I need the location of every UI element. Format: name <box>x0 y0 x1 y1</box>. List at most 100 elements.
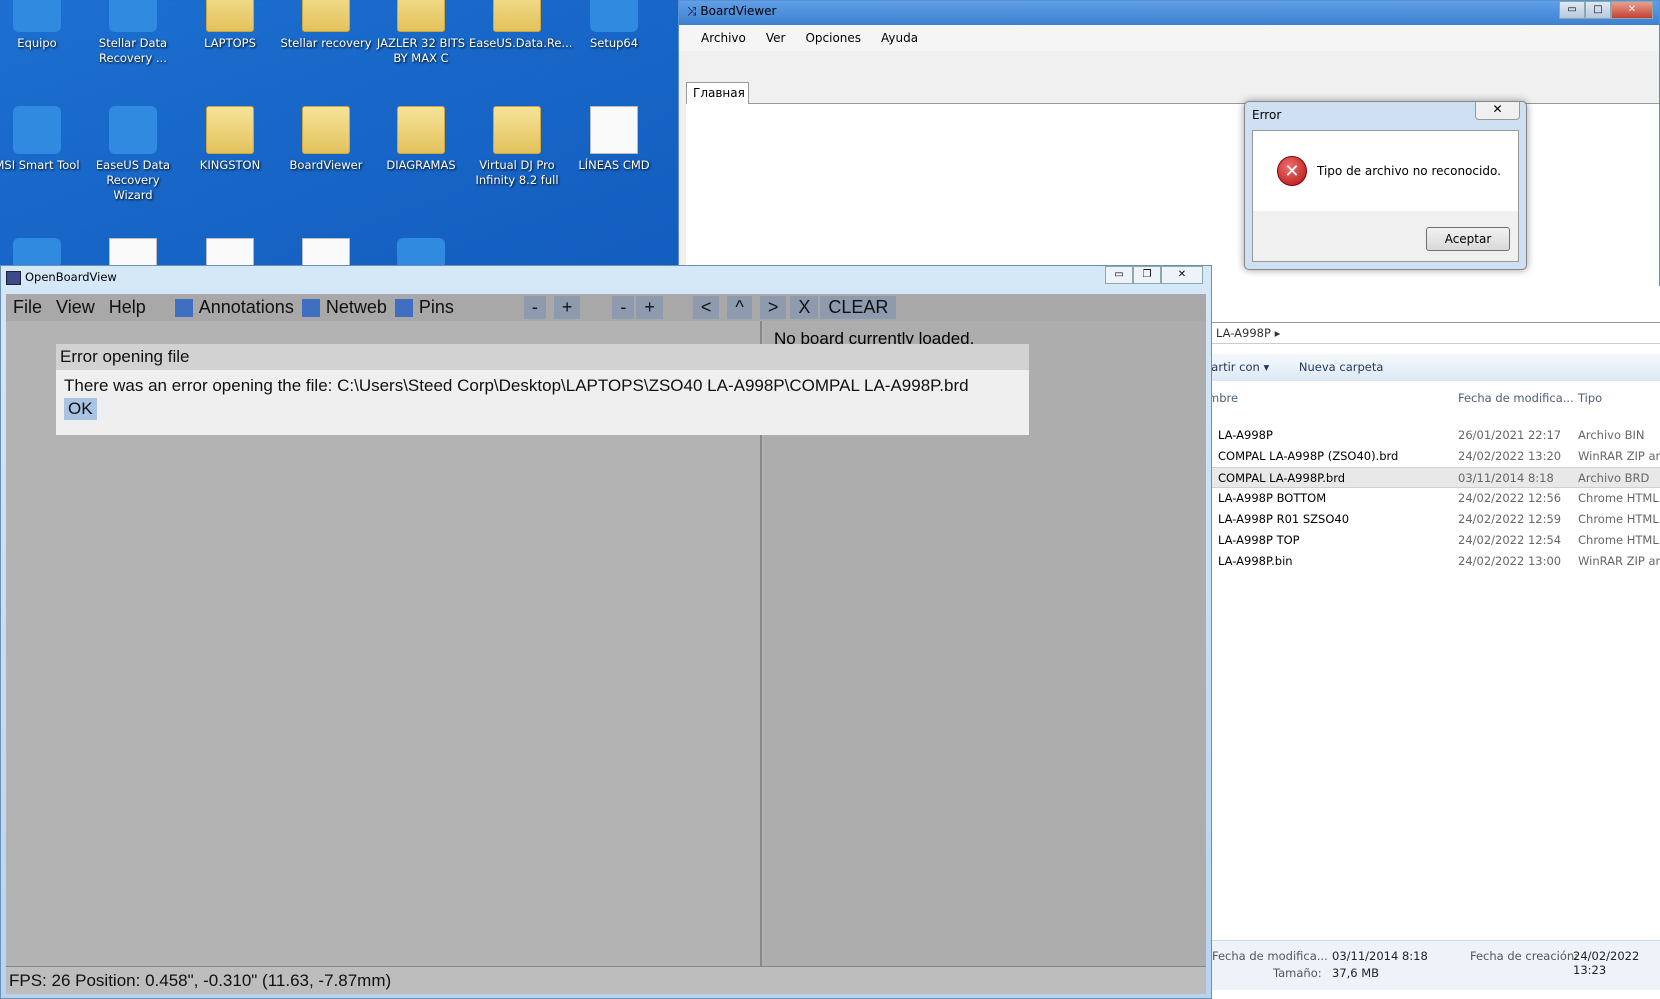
menu-ver[interactable]: Ver <box>766 31 786 45</box>
dialog-title: Error <box>1252 108 1282 122</box>
prev-button[interactable]: < <box>692 296 720 319</box>
file-row[interactable]: LA-A998P.bin 24/02/2022 13:00 WinRAR ZIP a… <box>1208 551 1660 572</box>
accept-button[interactable]: Aceptar <box>1426 227 1510 251</box>
menu-ayuda[interactable]: Ayuda <box>881 31 918 45</box>
obv-client: File View Help Annotations Netweb Pins -… <box>6 294 1206 994</box>
folder-icon <box>397 106 445 154</box>
desktop-icon-label: Setup64 <box>589 36 639 50</box>
details-pane: Fecha de modifica... 03/11/2014 8:18 Fec… <box>1208 940 1660 990</box>
netweb-label: Netweb <box>325 297 387 317</box>
desktop-icon[interactable]: JAZLER 32 BITS BY MAX C <box>373 0 469 66</box>
window-title: OpenBoardView <box>25 270 117 284</box>
rotate-minus-button[interactable]: - <box>612 296 635 319</box>
zoom-in-button[interactable]: + <box>553 296 581 319</box>
close-button[interactable]: ✕ <box>1475 102 1520 120</box>
close-button[interactable]: ✕ <box>1161 266 1203 284</box>
folder-icon <box>493 106 541 154</box>
file-row[interactable]: LA-A998P BOTTOM 24/02/2022 12:56 Chrome HT… <box>1208 488 1660 509</box>
new-folder-button[interactable]: Nueva carpeta <box>1299 360 1384 374</box>
modal-title: Error opening file <box>56 344 1029 370</box>
menu-view[interactable]: View <box>49 297 102 318</box>
openboardview-window: OpenBoardView ▭ ❐ ✕ File View Help Annotat… <box>0 265 1212 999</box>
minimize-button[interactable]: ▭ <box>1105 266 1133 284</box>
desktop-icon[interactable]: LAPTOPS <box>182 0 278 51</box>
file-row[interactable]: COMPAL LA-A998P (ZSO40).brd 24/02/2022 13… <box>1208 446 1660 467</box>
desktop-icon[interactable]: Virtual DJ Pro Infinity 8.2 full <box>469 106 565 188</box>
size-label: Tamaño: <box>1273 966 1322 980</box>
doc-icon <box>590 106 638 154</box>
netweb-checkbox[interactable] <box>301 298 320 317</box>
folder-icon <box>493 0 541 32</box>
desktop-icon[interactable]: Equipo <box>0 0 85 51</box>
file-row[interactable]: LA-A998P TOP 24/02/2022 12:54 Chrome HTML <box>1208 530 1660 551</box>
menu-opciones[interactable]: Opciones <box>805 31 861 45</box>
minimize-button[interactable]: ▭ <box>1559 1 1585 19</box>
file-row[interactable]: COMPAL LA-A998P.brd 03/11/2014 8:18 Archiv… <box>1208 467 1660 488</box>
clear-button[interactable]: CLEAR <box>820 296 897 319</box>
error-message: Tipo de archivo no reconocido. <box>1317 164 1501 178</box>
obv-toolbar: File View Help Annotations Netweb Pins -… <box>6 294 1206 321</box>
app-icon <box>109 0 157 32</box>
app-icon <box>590 0 638 32</box>
document-icon[interactable] <box>302 238 350 268</box>
shuffle-icon: ⤨ <box>687 4 701 18</box>
column-date[interactable]: Fecha de modifica... <box>1458 391 1574 405</box>
desktop-icon-label: Virtual DJ Pro Infinity 8.2 full <box>475 158 559 187</box>
desktop-icon-label: EaseUS Data Recovery Wizard <box>95 158 171 202</box>
next-button[interactable]: > <box>759 296 787 319</box>
desktop-icon[interactable]: DIAGRAMAS <box>373 106 469 173</box>
share-button[interactable]: partir con ▾ <box>1204 360 1269 374</box>
rotate-plus-button[interactable]: + <box>636 296 663 319</box>
tab-main[interactable]: Главная <box>686 82 749 104</box>
breadcrumb-item[interactable]: LA-A998P <box>1216 326 1271 340</box>
folder-icon <box>302 0 350 32</box>
modal-message: There was an error opening the file: C:\… <box>64 376 969 395</box>
desktop-icon[interactable]: Stellar Data Recovery ... <box>85 0 181 66</box>
file-date: 24/02/2022 13:20 <box>1458 449 1562 463</box>
column-type[interactable]: Tipo <box>1578 391 1602 405</box>
restore-button[interactable]: ❐ <box>1133 266 1161 284</box>
maximize-button[interactable]: □ <box>1585 1 1611 19</box>
file-name: LA-A998P R01 SZSO40 <box>1218 512 1350 526</box>
file-type: Chrome HTML <box>1578 533 1659 547</box>
up-button[interactable]: ^ <box>727 296 752 319</box>
desktop-icon[interactable]: EaseUS.Data.Re... <box>469 0 572 51</box>
app-icon[interactable] <box>13 238 61 268</box>
desktop-icon[interactable]: Setup64 <box>566 0 662 51</box>
desktop-icon[interactable]: MSI Smart Tool <box>0 106 85 173</box>
annotations-label: Annotations <box>198 297 294 317</box>
desktop-icon[interactable]: Stellar recovery <box>278 0 374 51</box>
clear-x-button[interactable]: X <box>790 296 819 319</box>
menu-file[interactable]: File <box>6 297 49 318</box>
file-type: Archivo BIN <box>1578 428 1645 442</box>
pins-checkbox[interactable] <box>394 298 413 317</box>
ok-button[interactable]: OK <box>64 398 97 420</box>
file-type: WinRAR ZIP arc <box>1578 554 1660 568</box>
file-row[interactable]: LA-A998P 26/01/2021 22:17 Archivo BIN <box>1208 425 1660 446</box>
file-name: COMPAL LA-A998P.brd <box>1218 471 1346 485</box>
file-type: Chrome HTML <box>1578 512 1659 526</box>
desktop-icon[interactable]: EaseUS Data Recovery Wizard <box>85 106 181 203</box>
breadcrumb[interactable]: LA-A998P ▸ <box>1208 322 1660 344</box>
file-name: LA-A998P.bin <box>1218 554 1293 568</box>
desktop-icon[interactable]: LÍNEAS CMD <box>566 106 662 173</box>
desktop-icon[interactable]: KINGSTON <box>182 106 278 173</box>
zoom-out-button[interactable]: - <box>523 296 546 319</box>
close-button[interactable]: ✕ <box>1611 1 1653 19</box>
file-type: Chrome HTML <box>1578 491 1659 505</box>
menu-archivo[interactable]: Archivo <box>701 31 746 45</box>
annotations-checkbox[interactable] <box>174 298 193 317</box>
column-name[interactable]: mbre <box>1208 391 1238 405</box>
desktop-icon[interactable]: BoardViewer <box>278 106 374 173</box>
file-date: 03/11/2014 8:18 <box>1458 471 1554 485</box>
desktop-icon-label: LÍNEAS CMD <box>578 158 650 172</box>
document-icon[interactable] <box>109 238 157 268</box>
file-date: 24/02/2022 13:00 <box>1458 554 1562 568</box>
file-row[interactable]: LA-A998P R01 SZSO40 24/02/2022 12:59 Chrom… <box>1208 509 1660 530</box>
document-icon[interactable] <box>206 238 254 268</box>
app-icon[interactable] <box>397 238 445 268</box>
boardviewer-titlebar: ⤨ BoardViewer <box>679 1 1659 25</box>
menu-help[interactable]: Help <box>102 297 153 318</box>
created-value: 24/02/2022 13:23 <box>1573 949 1640 977</box>
file-date: 24/02/2022 12:59 <box>1458 512 1562 526</box>
